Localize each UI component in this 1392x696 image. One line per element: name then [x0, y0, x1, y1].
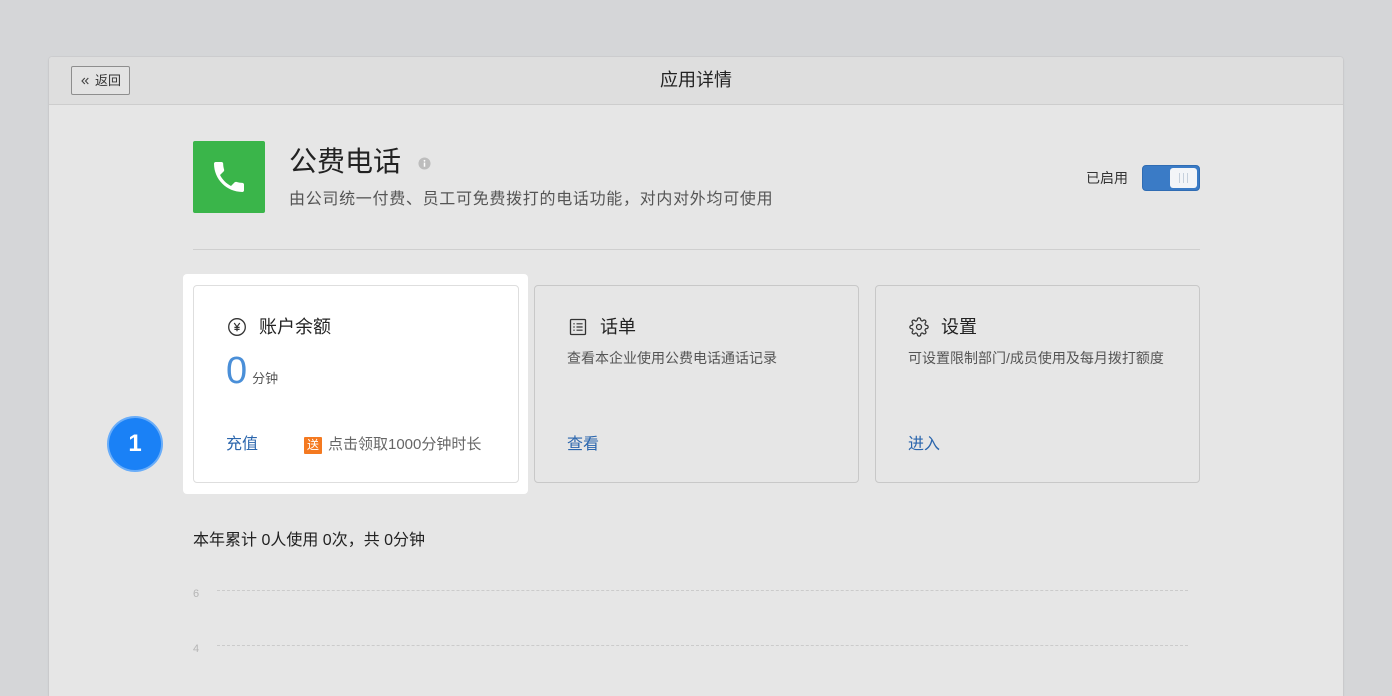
card-title: 设置 [941, 317, 977, 337]
balance-unit: 分钟 [252, 371, 279, 386]
toggle-knob [1170, 168, 1197, 188]
card-header: 账户余额 [227, 316, 331, 338]
card-description: 可设置限制部门/成员使用及每月拨打额度 [908, 350, 1164, 366]
gridline [217, 590, 1188, 591]
enable-toggle[interactable] [1142, 165, 1200, 191]
gridline [217, 645, 1188, 646]
y-tick-label: 4 [193, 643, 200, 655]
tour-step-badge: 1 [107, 416, 163, 472]
double-chevron-left-icon [81, 77, 89, 84]
card-header: 话单 [568, 316, 636, 338]
card-title: 话单 [600, 317, 636, 337]
card-title: 账户余额 [259, 317, 331, 337]
balance-display: 0 分钟 [226, 349, 278, 393]
view-records-link[interactable]: 查看 [567, 434, 599, 456]
phone-icon [214, 162, 244, 192]
yen-circle-icon [228, 318, 246, 336]
back-button-label: 返回 [94, 72, 121, 88]
app-detail-panel: 返回 应用详情 公费电话 由公司统一付费、员工可免费拨打的电话功能，对内对外均可… [49, 57, 1343, 696]
gear-icon [909, 317, 929, 337]
status-label: 已启用 [1086, 170, 1128, 186]
usage-chart: 6 4 [193, 583, 1193, 696]
recharge-link[interactable]: 充值 [226, 434, 258, 456]
card-description: 查看本企业使用公费电话通话记录 [567, 350, 777, 366]
usage-summary: 本年累计 0人使用 0次，共 0分钟 [193, 532, 426, 549]
free-minutes-promo[interactable]: 送 点击领取1000分钟时长 [304, 435, 481, 455]
promo-badge: 送 [304, 436, 322, 454]
info-icon[interactable] [418, 156, 431, 170]
card-settings: 设置 可设置限制部门/成员使用及每月拨打额度 进入 [875, 285, 1200, 483]
y-tick-label: 6 [193, 588, 200, 600]
card-header: 设置 [909, 316, 977, 338]
card-account-balance: 账户余额 0 分钟 充值 送 点击领取1000分钟时长 [183, 274, 528, 494]
list-icon [569, 318, 587, 336]
enter-settings-link[interactable]: 进入 [908, 434, 940, 456]
panel-header: 返回 应用详情 [49, 57, 1343, 105]
app-name: 公费电话 [289, 146, 402, 177]
balance-value: 0 [226, 350, 248, 392]
app-description: 由公司统一付费、员工可免费拨打的电话功能，对内对外均可使用 [289, 191, 774, 208]
app-name-row: 公费电话 [289, 146, 431, 178]
chart-row: 6 [193, 583, 1193, 605]
back-button[interactable]: 返回 [71, 66, 130, 95]
page-title: 应用详情 [660, 70, 732, 90]
app-icon [193, 141, 265, 213]
chart-row: 4 [193, 638, 1193, 660]
card-call-records: 话单 查看本企业使用公费电话通话记录 查看 [534, 285, 859, 483]
divider [193, 249, 1200, 250]
promo-text: 点击领取1000分钟时长 [328, 436, 482, 453]
